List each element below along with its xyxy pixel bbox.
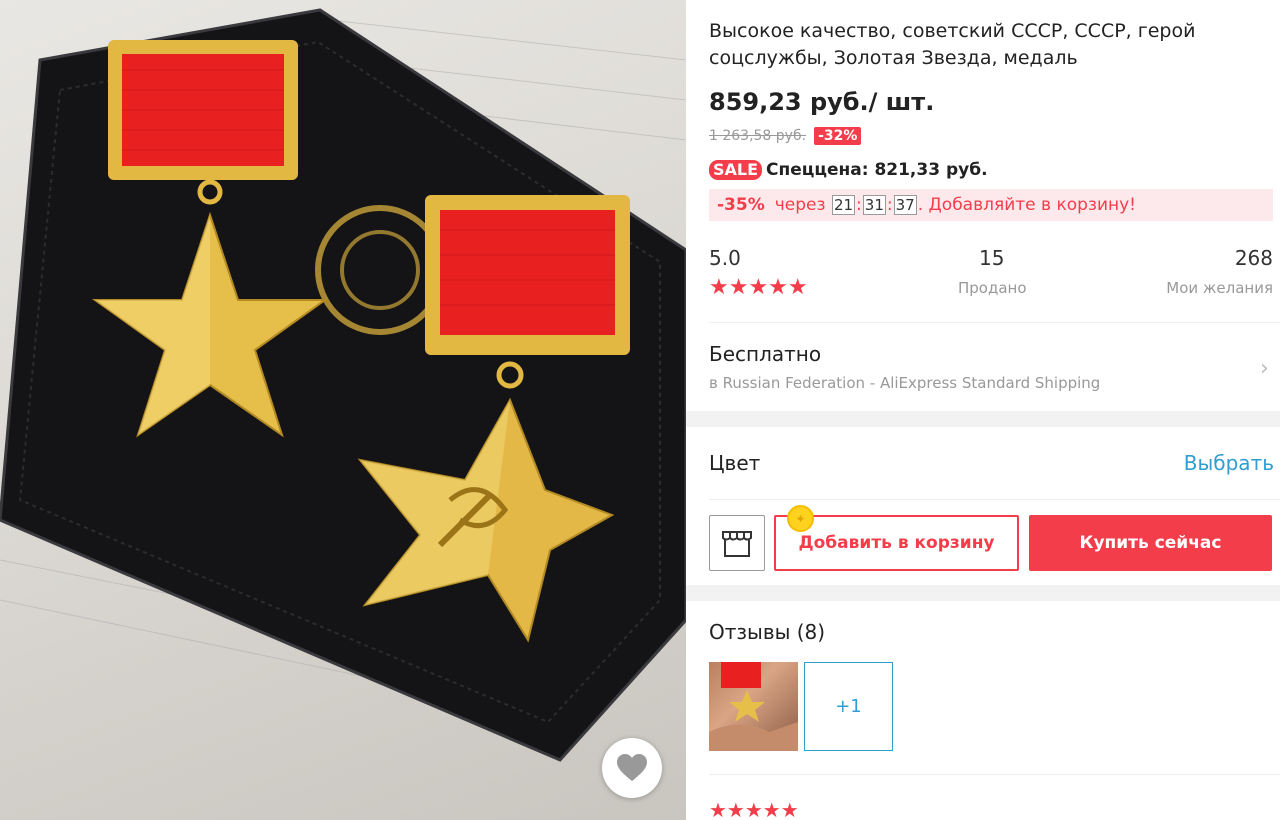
stats-row: 5.0 ★★★★★ 15 Продано 268 Мои желания xyxy=(709,246,1273,306)
heart-icon xyxy=(617,754,647,781)
promo-percent: -35% xyxy=(717,195,765,215)
more-review-photos[interactable]: +1 xyxy=(804,662,893,751)
product-title: Высокое качество, советский СССР, СССР, … xyxy=(709,20,1196,69)
timer-seconds: 37 xyxy=(893,195,917,215)
shipping-title: Бесплатно xyxy=(709,342,822,366)
cart-indicator-icon: ✦ xyxy=(787,505,814,532)
color-label: Цвет xyxy=(709,451,761,475)
promo-banner: -35% через 21 : 31 : 37 . Добавляйте в к… xyxy=(709,189,1273,221)
section-gap xyxy=(686,585,1280,601)
timer-sep: : xyxy=(856,195,862,215)
favorite-button[interactable] xyxy=(602,738,662,798)
old-price-row: 1 263,58 руб. -32% xyxy=(709,127,862,145)
star-icon: ★★★★★ xyxy=(709,275,808,300)
special-price: Спеццена: 821,33 руб. xyxy=(766,160,988,180)
buy-now-button[interactable]: Купить сейчас xyxy=(1029,515,1272,571)
reviews-title[interactable]: Отзывы (8) xyxy=(709,620,825,644)
sale-row: SALE Спеццена: 821,33 руб. xyxy=(709,160,988,180)
review-photo xyxy=(709,662,798,751)
wishlist-value: 268 xyxy=(1234,246,1273,270)
product-price: 859,23 руб./ шт. xyxy=(709,88,935,116)
divider xyxy=(709,322,1280,323)
old-price: 1 263,58 руб. xyxy=(709,128,807,144)
color-select-link[interactable]: Выбрать xyxy=(1184,451,1274,475)
section-gap xyxy=(686,411,1280,427)
product-details-panel: Высокое качество, советский СССР, СССР, … xyxy=(686,0,1280,820)
review-stars: ★★★★★ xyxy=(709,800,799,820)
star-icon: ★★★★★ xyxy=(709,798,799,820)
star-icon: ✦ xyxy=(795,511,806,526)
wishlist-label: Мои желания xyxy=(1166,279,1273,297)
rating-stars[interactable]: ★★★★★ xyxy=(709,277,808,299)
timer-minutes: 31 xyxy=(862,195,886,215)
medal-illustration xyxy=(0,8,686,762)
review-photo-thumbnail[interactable] xyxy=(709,662,798,751)
store-icon xyxy=(722,531,752,557)
store-button[interactable] xyxy=(709,515,765,571)
rating-value: 5.0 xyxy=(709,246,741,270)
promo-prefix: через xyxy=(774,195,826,215)
sale-badge: SALE xyxy=(709,160,763,180)
chevron-right-icon[interactable]: › xyxy=(1260,356,1269,381)
shipping-subtitle: в Russian Federation - AliExpress Standa… xyxy=(709,374,1101,392)
timer-hours: 21 xyxy=(831,195,856,215)
sold-label: Продано xyxy=(958,279,1027,297)
sold-value: 15 xyxy=(979,246,1005,270)
timer-sep: : xyxy=(886,195,893,215)
promo-suffix: . Добавляйте в корзину! xyxy=(917,195,1136,215)
divider xyxy=(709,774,1280,775)
product-photo[interactable] xyxy=(0,0,686,820)
divider xyxy=(709,499,1280,500)
discount-badge: -32% xyxy=(814,127,862,145)
